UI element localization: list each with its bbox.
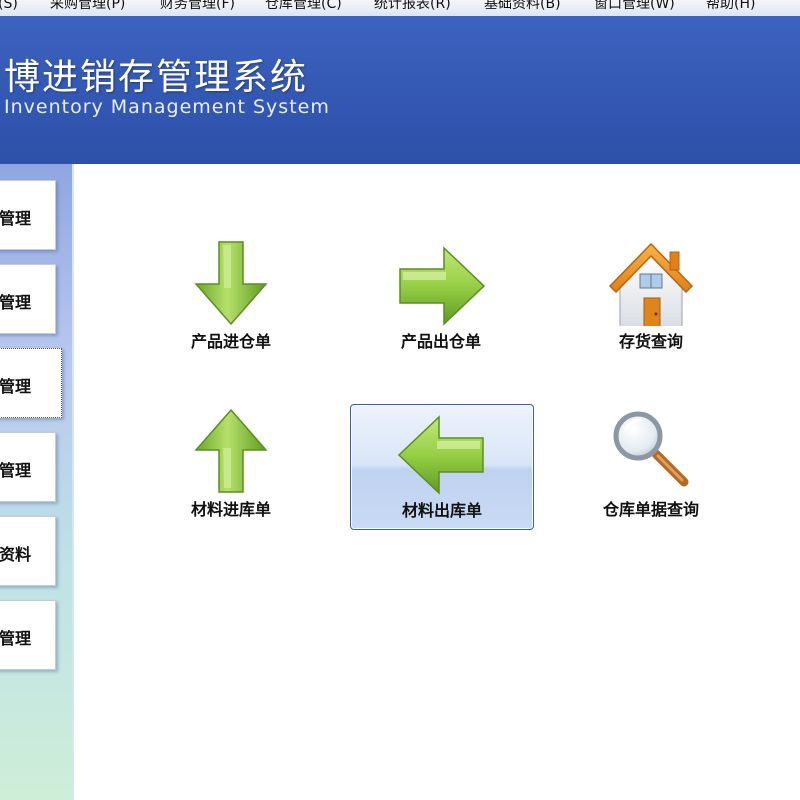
arrow-right-icon <box>399 246 486 326</box>
sidebar-item-3[interactable]: 管理 <box>0 348 62 418</box>
menu-item-system[interactable]: (S) <box>0 0 18 13</box>
product-stock-out-button[interactable]: 产品出仓单 <box>350 236 532 360</box>
app-subtitle: Inventory Management System <box>4 96 330 118</box>
header-banner: 博进销存管理系统 Inventory Management System <box>0 16 800 164</box>
magnifier-icon <box>613 411 689 487</box>
menu-item-reports[interactable]: 统计报表(R) <box>374 0 451 13</box>
sidebar-item-6[interactable]: 管理 <box>0 600 56 670</box>
menu-item-basic-data[interactable]: 基础资料(B) <box>484 0 561 13</box>
menu-item-window[interactable]: 窗口管理(W) <box>594 0 675 13</box>
inventory-query-button[interactable]: 存货查询 <box>560 236 742 360</box>
warehouse-document-query-button[interactable]: 仓库单据查询 <box>560 404 742 528</box>
sidebar-item-4[interactable]: 管理 <box>0 432 56 502</box>
sidebar-item-label: 管理 <box>0 377 32 396</box>
menu-item-help[interactable]: 帮助(H) <box>706 0 755 13</box>
sidebar-item-1[interactable]: 管理 <box>0 180 56 250</box>
sidebar-item-label: 管理 <box>0 461 32 480</box>
menu-bar: (S) 采购管理(P) 财务管理(F) 仓库管理(C) 统计报表(R) 基础资料… <box>0 0 800 17</box>
arrow-up-icon <box>194 408 268 493</box>
product-stock-in-button[interactable]: 产品进仓单 <box>140 236 322 360</box>
tile-label: 存货查询 <box>618 332 683 351</box>
tile-label: 材料出库单 <box>401 501 482 520</box>
menu-item-purchase[interactable]: 采购管理(P) <box>50 0 125 13</box>
arrow-down-icon <box>194 241 268 326</box>
sidebar: 管理 管理 管理 管理 资料 管理 <box>0 164 74 800</box>
tile-label: 仓库单据查询 <box>602 500 699 519</box>
material-stock-in-button[interactable]: 材料进库单 <box>140 404 322 528</box>
sidebar-item-label: 管理 <box>0 209 32 228</box>
sidebar-item-label: 管理 <box>0 629 32 648</box>
material-stock-out-button[interactable]: 材料出库单 <box>350 404 534 530</box>
menu-item-warehouse[interactable]: 仓库管理(C) <box>265 0 342 13</box>
arrow-left-icon <box>397 415 484 495</box>
sidebar-item-2[interactable]: 管理 <box>0 264 56 334</box>
house-icon <box>608 242 694 326</box>
menu-item-finance[interactable]: 财务管理(F) <box>160 0 235 13</box>
tile-label: 材料进库单 <box>190 500 271 519</box>
tile-label: 产品出仓单 <box>400 332 481 351</box>
sidebar-item-label: 管理 <box>0 293 32 312</box>
tile-label: 产品进仓单 <box>190 332 271 351</box>
sidebar-item-label: 资料 <box>0 545 32 564</box>
sidebar-item-5[interactable]: 资料 <box>0 516 56 586</box>
app-title: 博进销存管理系统 <box>4 57 309 98</box>
